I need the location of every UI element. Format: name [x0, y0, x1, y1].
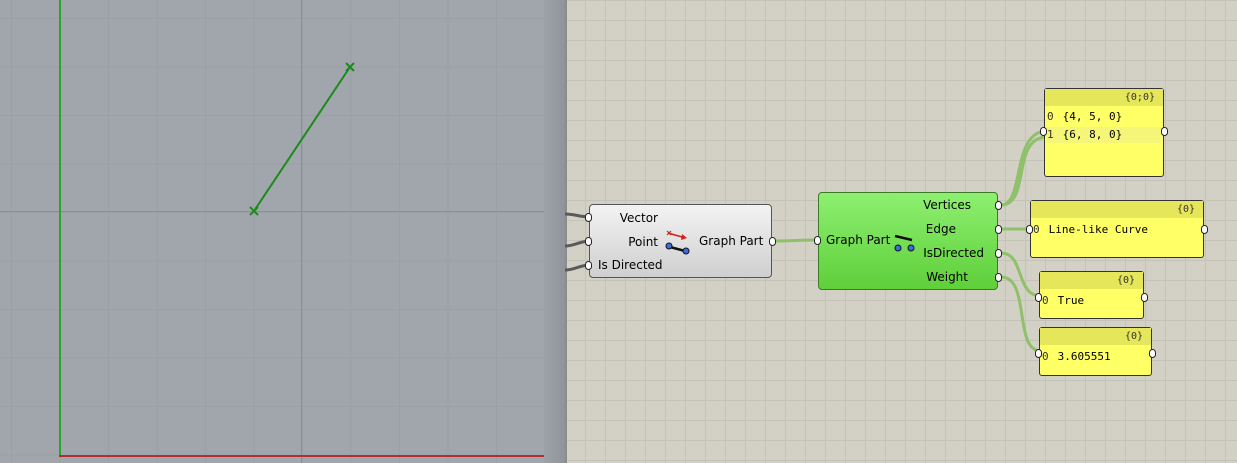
isdirected-output-grip[interactable]	[995, 249, 1002, 258]
panel-output-grip[interactable]	[1201, 225, 1208, 234]
panel-path-header: {0;0}	[1045, 89, 1163, 106]
viewport-geometry	[249, 62, 355, 216]
row-value: 3.605551	[1057, 350, 1111, 363]
panel-row: 0 {4, 5, 0}	[1047, 109, 1161, 125]
start-point-marker[interactable]	[249, 206, 259, 216]
point-input-grip[interactable]	[585, 237, 592, 246]
row-index: 0	[1033, 223, 1040, 236]
grasshopper-canvas[interactable]: Vector Point Is Directed Graph Part Grap…	[565, 0, 1237, 463]
graph-part-icon	[665, 230, 690, 255]
output-weight-label: Weight	[926, 270, 968, 284]
panel-row: 0 True	[1042, 293, 1141, 309]
graph-part-output-grip[interactable]	[769, 237, 776, 246]
deconstruct-graph-part-component[interactable]: Graph Part Vertices Edge IsDirected Weig…	[814, 192, 1002, 290]
wire-vertices[interactable]	[1000, 129, 1048, 207]
input-is-directed-label: Is Directed	[598, 258, 663, 272]
input-vector-label: Vector	[619, 211, 658, 225]
row-index: 0	[1047, 110, 1054, 123]
panel-output-grip[interactable]	[1161, 127, 1168, 136]
edge-panel[interactable]: {0} 0 Line-like Curve	[1026, 200, 1208, 258]
is-directed-input-grip[interactable]	[585, 261, 592, 270]
deconstruct-graph-part-icon	[894, 234, 915, 252]
graph-part-input-grip[interactable]	[814, 236, 821, 245]
construct-graph-part-component[interactable]: Vector Point Is Directed Graph Part	[585, 204, 776, 278]
output-vertices-label: Vertices	[923, 198, 971, 212]
wire-weight[interactable]	[1000, 275, 1042, 353]
rhino-viewport[interactable]	[0, 0, 565, 463]
panel-path-header: {0}	[1031, 201, 1203, 218]
row-index: 0	[1042, 294, 1049, 307]
wire-isdirected[interactable]	[1000, 251, 1042, 298]
panel-output-grip[interactable]	[1149, 349, 1156, 358]
weight-panel[interactable]: {0} 0 3.605551	[1035, 327, 1156, 376]
panel-row: 0 3.605551	[1042, 349, 1149, 365]
wire-vertices-2[interactable]	[1000, 135, 1048, 207]
output-isdirected-label: IsDirected	[923, 246, 984, 260]
panel-input-grip[interactable]	[1035, 293, 1042, 302]
panel-output-grip[interactable]	[1141, 293, 1148, 302]
panel-input-grip[interactable]	[1035, 349, 1042, 358]
output-edge-label: Edge	[925, 222, 956, 236]
vector-input-grip[interactable]	[585, 213, 592, 222]
row-value: {6, 8, 0}	[1062, 128, 1123, 141]
wire-graph-part[interactable]	[775, 238, 817, 243]
panel-path-header: {0}	[1040, 272, 1143, 289]
vertices-output-grip[interactable]	[995, 201, 1002, 210]
row-value: Line-like Curve	[1048, 223, 1148, 236]
input-graph-part-label: Graph Part	[826, 233, 891, 247]
row-value: True	[1057, 294, 1085, 307]
panel-row: 0 Line-like Curve	[1033, 222, 1201, 238]
output-graph-part-label: Graph Part	[699, 234, 764, 248]
end-point-marker[interactable]	[345, 62, 355, 72]
panel-input-grip[interactable]	[1026, 225, 1033, 234]
edge-line[interactable]	[253, 66, 351, 212]
isdirected-panel[interactable]: {0} 0 True	[1035, 271, 1148, 319]
row-value: {4, 5, 0}	[1062, 110, 1123, 123]
weight-output-grip[interactable]	[995, 273, 1002, 282]
row-index: 1	[1047, 128, 1054, 141]
panel-path-header: {0}	[1040, 328, 1151, 345]
input-point-label: Point	[628, 235, 658, 249]
panel-row: 1 {6, 8, 0}	[1047, 127, 1161, 143]
row-index: 0	[1042, 350, 1049, 363]
edge-output-grip[interactable]	[995, 225, 1002, 234]
vertices-panel[interactable]: {0;0} 0 {4, 5, 0} 1 {6, 8, 0}	[1040, 88, 1168, 177]
panel-input-grip[interactable]	[1040, 127, 1047, 136]
